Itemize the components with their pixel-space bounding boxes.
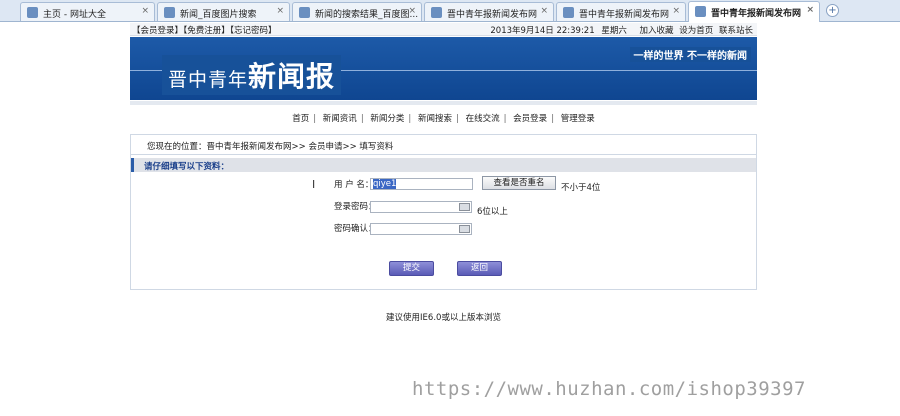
page-icon [164,7,175,18]
password-input[interactable] [370,201,472,213]
breadcrumb: 您现在的位置：晋中青年报新闻发布网>> 会员申请>> 填写资料 [130,134,757,155]
weekday: 星期六 [601,26,627,36]
main-nav: 首页 | 新闻资讯 | 新闻分类 | 新闻搜索 | 在线交流 | 会员登录 | 管理登录 [292,114,595,124]
close-icon[interactable]: × [540,6,548,16]
home-icon [27,7,38,18]
tab-news-image-search[interactable]: 新闻_百度图片搜索 × [157,2,290,21]
site-logo-title: 晋中青年新闻报 [162,55,342,95]
tab-news-search-results[interactable]: 新闻的搜索结果_百度图... × [292,2,422,21]
tab-site-2[interactable]: 晋中青年报新闻发布网 × [556,2,686,21]
footer-note: 建议使用IE6.0或以上版本浏览 [386,313,501,323]
nav-divider [130,101,757,105]
top-right-info: 2013年9月14日 22:39:21 星期六 加入收藏 设为首页 联系站长 [490,24,753,36]
nav-member-login[interactable]: 会员登录 [513,114,547,124]
check-username-button[interactable]: 查看是否重名 [482,176,556,190]
nav-admin-login[interactable]: 管理登录 [561,114,595,124]
nav-search[interactable]: 新闻搜索 [418,114,452,124]
keyboard-icon[interactable] [459,203,470,211]
keyboard-icon[interactable] [459,225,470,233]
username-label: 用 户 名： [334,180,374,190]
set-homepage-link[interactable]: 设为首页 [679,26,713,36]
nav-news[interactable]: 新闻资讯 [323,114,357,124]
datetime: 2013年9月14日 22:39:21 [490,26,595,36]
page-icon [431,7,442,18]
contact-link[interactable]: 联系站长 [719,26,753,36]
nav-category[interactable]: 新闻分类 [370,114,404,124]
submit-button[interactable]: 提交 [389,261,434,276]
close-icon[interactable]: × [408,6,416,16]
tab-home[interactable]: 主页 - 网址大全 × [20,2,155,21]
username-hint: 不小于4位 [561,183,601,193]
new-tab-button[interactable]: + [826,4,839,17]
username-input[interactable]: qiye1 [370,178,473,190]
page-icon [299,7,310,18]
close-icon[interactable]: × [672,6,680,16]
close-icon[interactable]: × [806,5,814,15]
top-strip: 【会员登录】【免费注册】【忘记密码】 2013年9月14日 22:39:21 星… [130,23,757,36]
confirm-password-input[interactable] [370,223,472,235]
nav-home[interactable]: 首页 [292,114,309,124]
tab-site-active[interactable]: 晋中青年报新闻发布网 × [688,1,820,22]
page-icon [563,7,574,18]
password-hint: 6位以上 [477,207,508,217]
close-icon[interactable]: × [141,6,149,16]
register-form: 请仔细填写以下资料： 用 户 名： qiye1 查看是否重名 不小于4位 登录密… [130,155,757,290]
member-links[interactable]: 【会员登录】【免费注册】【忘记密码】 [132,24,277,36]
close-icon[interactable]: × [276,6,284,16]
browser-tab-bar: 主页 - 网址大全 × 新闻_百度图片搜索 × 新闻的搜索结果_百度图... ×… [0,0,900,22]
add-favorite-link[interactable]: 加入收藏 [640,26,674,36]
form-header: 请仔细填写以下资料： [131,158,756,172]
site-banner: 晋中青年新闻报 一样的世界 不一样的新闻 [130,37,757,100]
watermark: https://www.huzhan.com/ishop39397 [412,378,806,400]
tab-site-1[interactable]: 晋中青年报新闻发布网 × [424,2,554,21]
text-cursor-icon: I [312,178,316,191]
back-button[interactable]: 返回 [457,261,502,276]
page-icon [695,6,706,17]
nav-chat[interactable]: 在线交流 [466,114,500,124]
site-slogan: 一样的世界 不一样的新闻 [629,47,751,62]
